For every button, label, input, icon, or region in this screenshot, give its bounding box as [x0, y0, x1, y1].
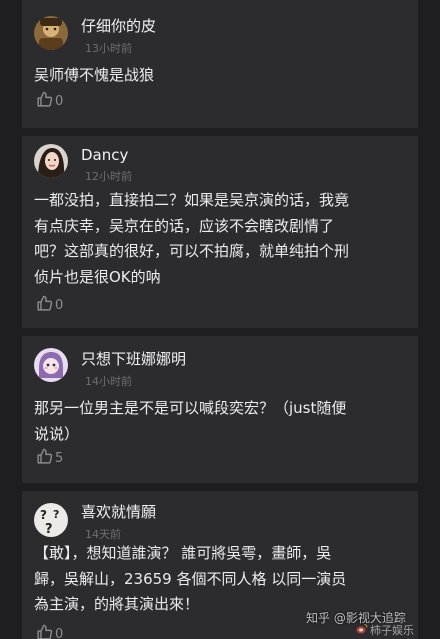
thumbs-up-icon: [36, 624, 53, 639]
weibo-logo-icon: [356, 623, 368, 637]
comment-username[interactable]: 喜欢就情願: [81, 501, 156, 522]
like-button[interactable]: 0: [36, 624, 64, 639]
comment-text: 那另一位男主是不是可以喊段奕宏？（just随便 说说）: [34, 399, 347, 443]
comment-username[interactable]: Dancy: [81, 146, 128, 164]
weibo-watermark-text: 柿子娱乐: [370, 624, 414, 637]
comment-text: 一都没拍，直接拍二？如果是吴京演的话，我竟 有点庆幸，吴京在的话，应该不会瞎改剧…: [34, 191, 350, 286]
comment-feed: 仔细你的皮 13小时前 吴师傅不愧是战狼 0 Dancy 12小时前 一都没拍，…: [0, 0, 440, 639]
comment-timestamp: 12小时前: [85, 170, 132, 183]
svg-text:?: ?: [40, 508, 47, 522]
svg-text:?: ?: [45, 522, 53, 537]
comment-timestamp: 14天前: [85, 528, 121, 541]
comment-username[interactable]: 仔细你的皮: [81, 15, 156, 36]
comment-card: Dancy 12小时前 一都没拍，直接拍二？如果是吴京演的话，我竟 有点庆幸，吴…: [22, 136, 418, 328]
svg-text:?: ?: [53, 508, 59, 521]
thumbs-up-icon: [36, 448, 53, 469]
comment-timestamp: 13小时前: [85, 42, 132, 55]
comment-username[interactable]: 只想下班娜娜明: [81, 348, 186, 369]
like-count: 0: [55, 93, 64, 109]
weibo-watermark: 柿子娱乐: [356, 622, 414, 638]
user-avatar[interactable]: [34, 16, 68, 50]
like-button[interactable]: 0: [36, 295, 64, 316]
comment-card: 仔细你的皮 13小时前 吴师傅不愧是战狼 0: [22, 0, 418, 128]
comment-timestamp: 14小时前: [85, 375, 132, 388]
like-count: 0: [55, 297, 64, 313]
user-avatar[interactable]: ? ? ?: [34, 503, 68, 537]
like-count: 0: [55, 626, 64, 639]
comment-text: 【敢】，想知道誰演？ 誰可將吳雩，畫師，吳 歸，吳解山，23659 各個不同人格…: [34, 544, 347, 613]
user-avatar[interactable]: [34, 348, 68, 382]
thumbs-up-icon: [36, 295, 53, 316]
user-avatar[interactable]: [34, 144, 68, 178]
like-button[interactable]: 5: [36, 448, 64, 469]
comment-card: 只想下班娜娜明 14小时前 那另一位男主是不是可以喊段奕宏？（just随便 说说…: [22, 336, 418, 483]
thumbs-up-icon: [36, 91, 53, 112]
like-button[interactable]: 0: [36, 91, 64, 112]
like-count: 5: [55, 450, 64, 466]
comment-text: 吴师傅不愧是战狼: [34, 66, 155, 84]
